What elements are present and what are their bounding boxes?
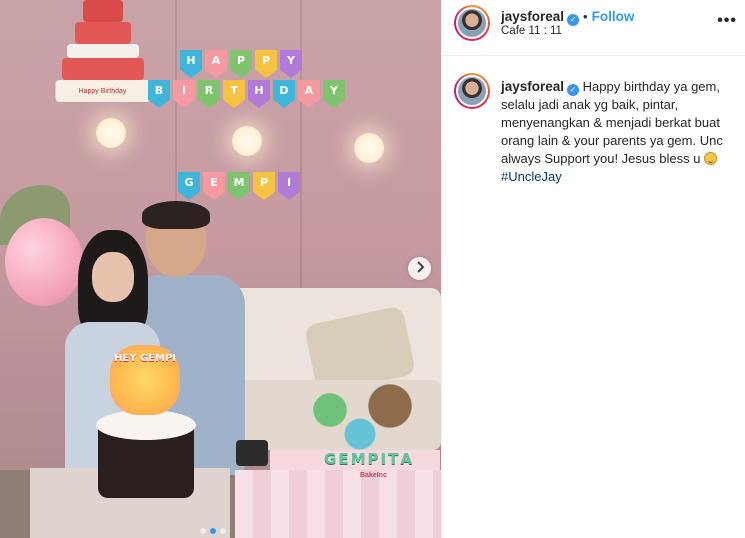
banner-pennant: Y	[280, 50, 302, 78]
banner-gempi: GEMPI	[178, 172, 300, 200]
banner-pennant: I	[278, 172, 300, 200]
post-header: jaysforeal ✓ • Follow Cafe 11 : 11 •••	[442, 0, 745, 56]
hugging-face-emoji	[704, 152, 718, 165]
name-plate-letter: I	[380, 450, 387, 468]
separator: •	[583, 9, 588, 24]
banner-pennant: B	[148, 80, 170, 108]
caption-username[interactable]: jaysforeal	[501, 79, 564, 94]
banner-pennant: I	[173, 80, 195, 108]
decorative-cake: Happy Birthday	[55, 0, 150, 105]
cake-plate-text: Happy Birthday	[55, 80, 150, 102]
banner-birthday: BIRTHDAY	[148, 80, 345, 108]
caption: jaysforeal ✓ Happy birthday ya gem, selal…	[501, 78, 737, 186]
wall-panel-line	[300, 0, 302, 300]
follow-button[interactable]: Follow	[592, 9, 635, 24]
name-plate-letter: A	[400, 450, 412, 468]
carousel-dot[interactable]	[200, 528, 206, 534]
banner-pennant: H	[180, 50, 202, 78]
location-link[interactable]: Cafe 11 : 11	[501, 25, 562, 37]
name-plate-letter: T	[388, 450, 399, 468]
avatar[interactable]	[454, 5, 490, 41]
wall-lamp	[96, 118, 126, 148]
verified-badge-icon: ✓	[567, 13, 580, 26]
banner-pennant: P	[253, 172, 275, 200]
post-side-panel: jaysforeal ✓ • Follow Cafe 11 : 11 ••• jays…	[441, 0, 745, 538]
wall-lamp	[354, 133, 384, 163]
banner-pennant: A	[205, 50, 227, 78]
bakery-label: BakeInc	[360, 472, 387, 479]
banner-pennant: P	[230, 50, 252, 78]
banner-pennant: H	[248, 80, 270, 108]
banner-pennant: T	[223, 80, 245, 108]
more-options-icon[interactable]: •••	[717, 12, 737, 30]
camera-object	[236, 440, 268, 466]
hashtag-link[interactable]: #UncleJay	[501, 169, 562, 184]
carousel-dot[interactable]	[220, 528, 226, 534]
cake-side	[235, 470, 441, 538]
carousel-dots	[200, 528, 226, 534]
cake-name-plate: GEMPITA	[298, 450, 438, 472]
name-plate-letter: E	[338, 450, 349, 468]
banner-pennant: E	[203, 172, 225, 200]
name-plate-letter: M	[350, 450, 366, 468]
banner-happy: HAPPY	[180, 50, 302, 78]
banner-pennant: R	[198, 80, 220, 108]
verified-badge-icon: ✓	[567, 84, 580, 96]
post-username[interactable]: jaysforeal	[501, 9, 564, 24]
banner-pennant: M	[228, 172, 250, 200]
name-plate-letter: P	[367, 450, 379, 468]
banner-pennant: A	[298, 80, 320, 108]
post-photo[interactable]: Happy Birthday HAPPY BIRTHDAY GEMPI HEY …	[0, 0, 441, 538]
topper-text: HEY GEMPI	[114, 353, 176, 364]
name-plate-letter: G	[324, 450, 337, 468]
carousel-dot[interactable]	[210, 528, 216, 534]
caption-avatar[interactable]	[454, 73, 490, 109]
next-photo-button[interactable]	[408, 257, 431, 280]
banner-pennant: P	[255, 50, 277, 78]
cake-figurines	[285, 378, 435, 458]
wall-lamp	[232, 126, 262, 156]
banner-pennant: D	[273, 80, 295, 108]
banner-pennant: Y	[323, 80, 345, 108]
chevron-right-icon	[415, 260, 425, 278]
cake-topper: HEY GEMPI	[110, 345, 180, 415]
banner-pennant: G	[178, 172, 200, 200]
